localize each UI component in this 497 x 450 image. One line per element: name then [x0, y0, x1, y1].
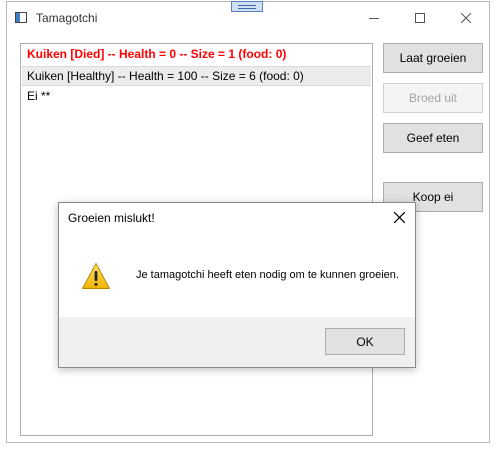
dialog-footer: OK: [59, 317, 415, 367]
list-item[interactable]: Ei **: [22, 87, 371, 106]
app-icon: [15, 12, 27, 23]
close-icon: [461, 12, 471, 23]
close-button[interactable]: [443, 2, 489, 33]
dialog-message: Je tamagotchi heeft eten nodig om te kun…: [136, 269, 399, 281]
drag-handle[interactable]: [231, 1, 263, 12]
dialog-title: Groeien mislukt!: [68, 211, 155, 225]
ok-button[interactable]: OK: [325, 328, 405, 355]
hatch-button[interactable]: Broed uit: [383, 83, 483, 113]
minimize-icon: [369, 17, 379, 19]
warning-icon: [82, 263, 110, 289]
maximize-button[interactable]: [397, 2, 443, 33]
message-dialog: Groeien mislukt! Je tamagotchi heeft ete…: [58, 202, 416, 368]
list-item[interactable]: Kuiken [Died] -- Health = 0 -- Size = 1 …: [22, 45, 371, 64]
dialog-close-button[interactable]: [383, 203, 415, 231]
feed-button[interactable]: Geef eten: [383, 123, 483, 153]
close-icon: [393, 211, 405, 223]
maximize-icon: [415, 12, 425, 23]
minimize-button[interactable]: [351, 2, 397, 33]
window-title: Tamagotchi: [36, 11, 98, 25]
grow-button[interactable]: Laat groeien: [383, 43, 483, 73]
list-item[interactable]: Kuiken [Healthy] -- Health = 100 -- Size…: [22, 66, 371, 86]
